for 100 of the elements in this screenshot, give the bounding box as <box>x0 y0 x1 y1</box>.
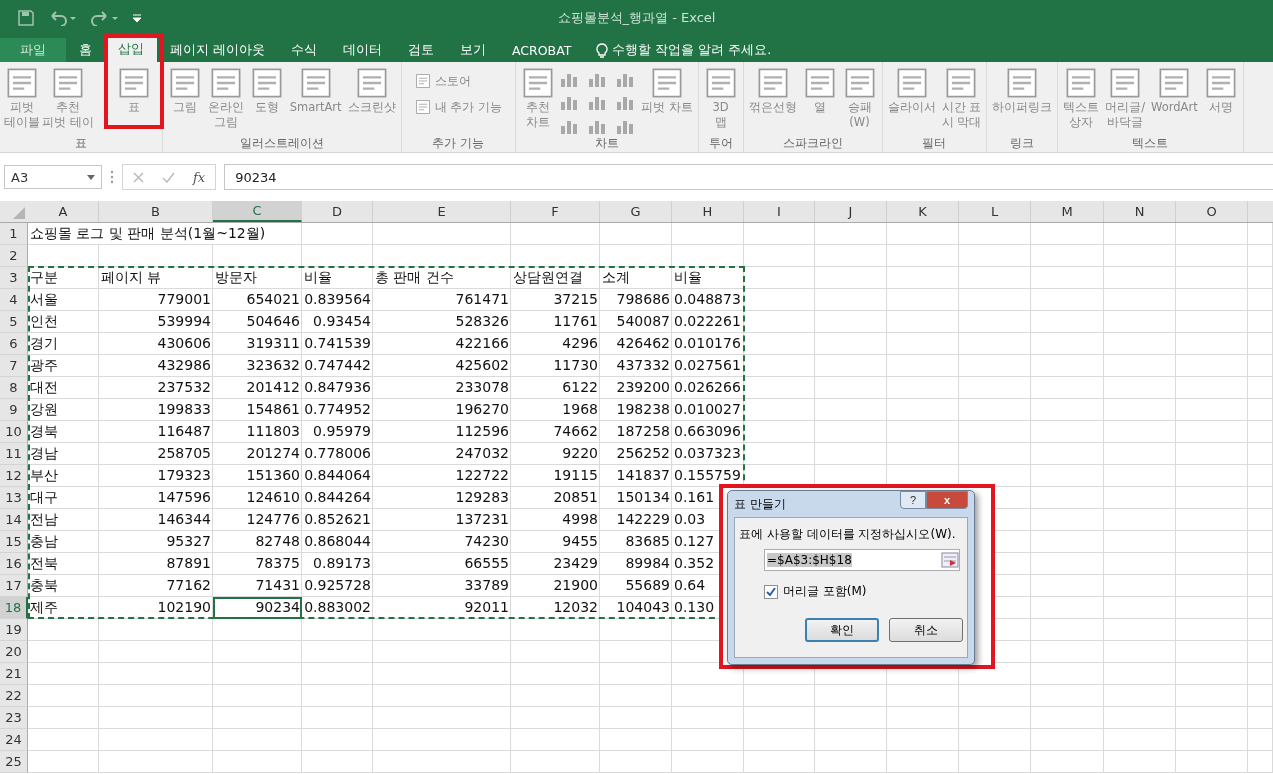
group-label: 표 <box>73 136 88 152</box>
table-cell-text: 0.741539 <box>303 334 372 353</box>
insert-function-button[interactable]: fx <box>193 169 206 185</box>
row-header[interactable]: 10 <box>0 421 28 443</box>
checkbox[interactable] <box>764 584 778 599</box>
row-header[interactable]: 11 <box>0 443 28 465</box>
column-header[interactable]: A <box>28 201 99 222</box>
formula-field[interactable]: 90234 <box>224 164 1273 190</box>
row-header[interactable]: 19 <box>0 619 28 641</box>
ribbon-tab[interactable]: 홈 <box>66 38 105 62</box>
row-header[interactable]: 16 <box>0 553 28 575</box>
row-header[interactable]: 15 <box>0 531 28 553</box>
table-cell-text: 129283 <box>454 488 510 507</box>
dialog-button[interactable]: 확인 <box>805 618 880 642</box>
ribbon-tab[interactable]: 검토 <box>395 38 447 62</box>
ribbon-tab[interactable]: 파일 <box>0 38 66 62</box>
table-cell-text: 654021 <box>245 290 301 309</box>
table-cell-text: 95327 <box>165 532 212 551</box>
table-cell-text: 141837 <box>615 466 671 485</box>
table-cell-text: 258705 <box>156 444 212 463</box>
grip-icon[interactable] <box>110 170 114 184</box>
tell-me-field[interactable]: 수행할 작업을 알려 주세요. <box>612 41 772 59</box>
row-header[interactable]: 3 <box>0 267 28 289</box>
row-header[interactable]: 8 <box>0 377 28 399</box>
table-cell-text: 89984 <box>624 554 671 573</box>
table-cell-text: 256252 <box>615 444 671 463</box>
table-cell-text: 광주 <box>29 356 59 375</box>
table-cell-text: 0.010176 <box>673 334 742 353</box>
table-cell-text: 제주 <box>29 598 59 617</box>
range-field[interactable]: =$A$3:$H$18 <box>764 549 960 571</box>
column-header[interactable]: N <box>1104 201 1176 222</box>
row-header[interactable]: 20 <box>0 641 28 663</box>
table-cell-text: 0.027561 <box>673 356 742 375</box>
name-box[interactable]: A3 <box>4 165 102 189</box>
row-header[interactable]: 6 <box>0 333 28 355</box>
row-header[interactable]: 5 <box>0 311 28 333</box>
table-cell-text: 55689 <box>624 576 671 595</box>
row-header[interactable]: 9 <box>0 399 28 421</box>
column-header[interactable]: M <box>1031 201 1104 222</box>
ribbon-tab[interactable]: 보기 <box>447 38 499 62</box>
row-header[interactable]: 2 <box>0 245 28 267</box>
group-label: 투어 <box>707 136 734 152</box>
table-cell-text: 비율 <box>673 268 703 287</box>
table-cell-text: 대구 <box>29 488 59 507</box>
check-icon[interactable] <box>162 171 175 183</box>
column-header[interactable]: L <box>959 201 1031 222</box>
row-header[interactable]: 4 <box>0 289 28 311</box>
column-header[interactable]: O <box>1176 201 1248 222</box>
table-cell-text: 페이지 뷰 <box>100 268 163 287</box>
row-header[interactable]: 23 <box>0 707 28 729</box>
select-all-icon[interactable] <box>13 207 25 219</box>
table-cell-text: 179323 <box>156 466 212 485</box>
group-label: 링크 <box>1009 136 1036 152</box>
row-header[interactable]: 14 <box>0 509 28 531</box>
customize-icon[interactable] <box>132 13 142 23</box>
table-cell-text: 0.352 <box>673 554 716 573</box>
dialog-button[interactable]: 취소 <box>889 618 963 642</box>
ribbon-tab[interactable]: 데이터 <box>330 38 395 62</box>
column-header[interactable]: F <box>511 201 600 222</box>
column-header[interactable]: D <box>302 201 373 222</box>
column-header[interactable]: C <box>213 201 302 222</box>
row-header[interactable]: 13 <box>0 487 28 509</box>
redo-icon[interactable] <box>90 10 118 26</box>
ribbon-tab[interactable]: 페이지 레이아웃 <box>157 38 278 62</box>
table-cell-text: 9220 <box>561 444 599 463</box>
row-header[interactable]: 21 <box>0 663 28 685</box>
row-header[interactable]: 18 <box>0 597 28 619</box>
ribbon-tab[interactable]: ACROBAT <box>499 38 585 62</box>
row-header[interactable]: 24 <box>0 729 28 751</box>
row-header[interactable]: 1 <box>0 223 28 245</box>
column-header[interactable]: I <box>744 201 815 222</box>
table-cell-text: 201274 <box>245 444 301 463</box>
column-header[interactable]: G <box>600 201 672 222</box>
close-button[interactable]: x <box>926 491 968 509</box>
collapse-dialog-icon[interactable] <box>941 552 959 568</box>
table-cell-text: 경기 <box>29 334 59 353</box>
row-header[interactable]: 17 <box>0 575 28 597</box>
cancel-icon[interactable] <box>133 171 144 183</box>
column-header[interactable]: J <box>815 201 887 222</box>
column-header[interactable]: K <box>887 201 959 222</box>
save-icon[interactable] <box>18 10 34 26</box>
column-header[interactable]: H <box>672 201 744 222</box>
ribbon-tab[interactable]: 수식 <box>278 38 330 62</box>
column-header[interactable]: E <box>373 201 511 222</box>
table-cell-text: 20851 <box>552 488 599 507</box>
row-header[interactable]: 25 <box>0 751 28 773</box>
table-cell-text: 0.95979 <box>312 422 372 441</box>
undo-icon[interactable] <box>48 10 76 26</box>
table-cell-text: 77162 <box>165 576 212 595</box>
table-cell-text: 방문자 <box>214 268 258 287</box>
table-cell-text: 19115 <box>552 466 599 485</box>
table-cell-text: 798686 <box>615 290 671 309</box>
row-header[interactable]: 12 <box>0 465 28 487</box>
row-header[interactable]: 7 <box>0 355 28 377</box>
row-header[interactable]: 22 <box>0 685 28 707</box>
help-button[interactable]: ? <box>900 491 926 509</box>
checkbox-label[interactable]: 머리글 포함(M) <box>783 583 867 600</box>
document-icon <box>414 73 431 89</box>
table-cell-text: 116487 <box>156 422 212 441</box>
table-cell-text: 0.844264 <box>303 488 372 507</box>
